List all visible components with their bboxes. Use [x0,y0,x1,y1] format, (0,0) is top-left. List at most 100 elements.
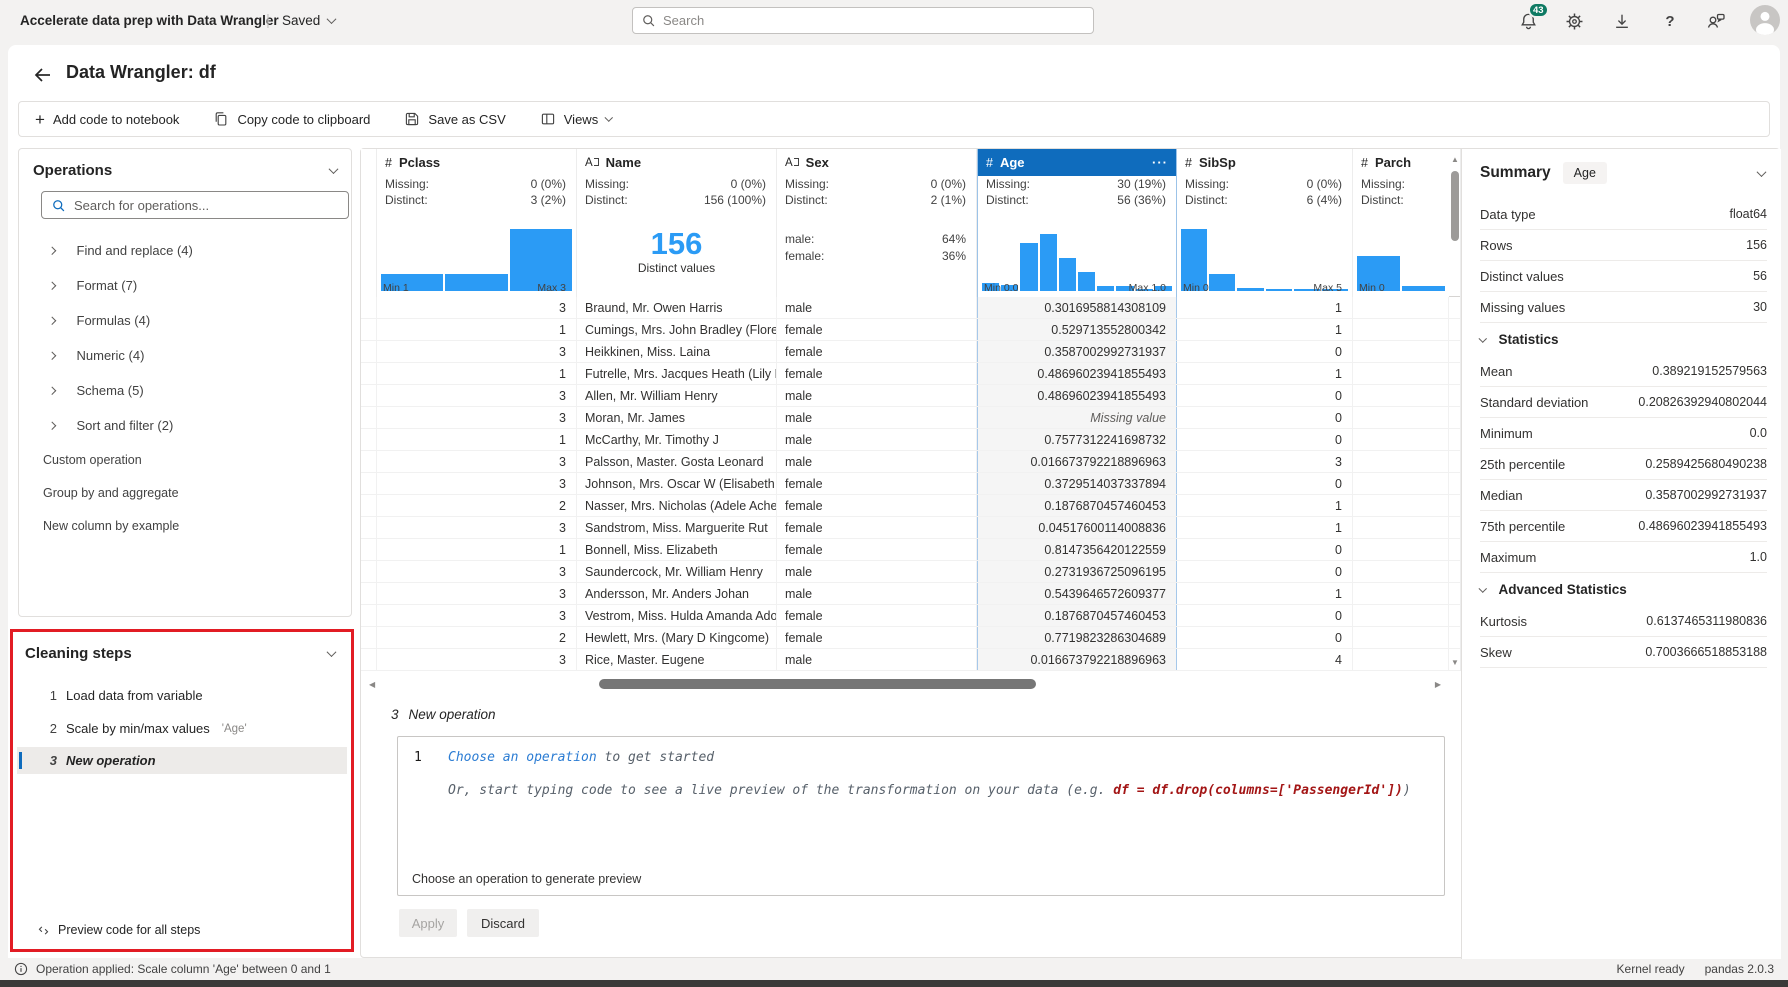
views-icon [540,111,556,127]
cell-parch [1353,605,1449,626]
stat-row-p75: 75th percentile 0.48696023941855493 [1480,511,1767,542]
kernel-status: Kernel ready [1616,962,1685,976]
scroll-right-icon[interactable]: ▶ [1435,680,1441,689]
column-header-parch[interactable]: # Parch Missing: Distinct: Min 0 [1353,149,1449,297]
table-row[interactable]: 1 Cumings, Mrs. John Bradley (Florenc fema… [361,319,1461,341]
table-row[interactable]: 3 Heikkinen, Miss. Laina female 0.358700299… [361,341,1461,363]
category-formulas[interactable]: Formulas (4) [19,303,351,338]
cell-parch [1353,561,1449,582]
table-row[interactable]: 3 Rice, Master. Eugene male 0.0166737922188… [361,649,1461,671]
cell-sex: female [777,605,977,626]
cleaning-step-1[interactable]: 1 Load data from variable [17,682,347,709]
custom-operation-link[interactable]: Custom operation [19,443,351,476]
scroll-down-icon[interactable]: ▼ [1451,658,1459,667]
cell-sex: female [777,473,977,494]
save-as-csv-button[interactable]: Save as CSV [404,111,506,127]
code-editor[interactable]: 1 Choose an operation to get started Or,… [397,736,1445,896]
notifications-button[interactable]: 43 [1516,2,1549,33]
cell-idx [361,363,377,384]
copy-icon [213,111,229,127]
table-row[interactable]: 3 Allen, Mr. William Henry male 0.486960239… [361,385,1461,407]
statistics-section-header[interactable]: Statistics [1478,323,1767,356]
cell-sex: female [777,341,977,362]
collapse-chevron-icon[interactable] [1756,166,1767,177]
group-by-aggregate-link[interactable]: Group by and aggregate [19,476,351,509]
table-row[interactable]: 3 Moran, Mr. James male Missing value 0 [361,407,1461,429]
column-header-age-selected[interactable]: # Age ··· Missing: 30 (19%) Distinct: 56 (36… [977,149,1177,297]
preview-code-all-steps-button[interactable]: Preview code for all steps [37,923,200,937]
cell-name: Bonnell, Miss. Elizabeth [577,539,777,560]
index-column-header [361,149,377,297]
advanced-statistics-section-header[interactable]: Advanced Statistics [1478,573,1767,606]
column-header-pclass[interactable]: # Pclass Missing: 0 (0%) Distinct: 3 (2%) M… [377,149,577,297]
table-row[interactable]: 2 Nasser, Mrs. Nicholas (Adele Achem femal… [361,495,1461,517]
apply-button[interactable]: Apply [399,909,457,937]
views-button[interactable]: Views [540,111,613,127]
horizontal-scroll-thumb[interactable] [599,679,1036,689]
settings-gear-icon[interactable] [1562,9,1586,33]
table-row[interactable]: 3 Vestrom, Miss. Hulda Amanda Adolf female… [361,605,1461,627]
table-row[interactable]: 3 Palsson, Master. Gosta Leonard male 0.016… [361,451,1461,473]
choose-operation-link[interactable]: Choose an operation [448,750,597,765]
editor-hint-line2: Or, start typing code to see a live prev… [448,783,1411,798]
category-format[interactable]: Format (7) [19,268,351,303]
user-avatar[interactable] [1750,5,1780,35]
operations-search-input[interactable] [74,197,339,213]
category-numeric[interactable]: Numeric (4) [19,338,351,373]
category-sort-and-filter[interactable]: Sort and filter (2) [19,408,351,443]
back-button[interactable] [30,62,56,88]
collapse-chevron-icon[interactable] [326,647,337,658]
discard-button[interactable]: Discard [467,909,539,937]
cell-sibsp: 1 [1177,583,1353,604]
cell-name: Braund, Mr. Owen Harris [577,297,777,318]
cleaning-step-3-active[interactable]: 3 New operation [17,747,347,774]
operations-search[interactable] [41,191,349,219]
number-type-icon: # [1361,155,1368,170]
column-header-sex[interactable]: A Sex Missing: 0 (0%) Distinct: 2 (1%) male… [777,149,977,297]
cleaning-step-2[interactable]: 2 Scale by min/max values 'Age' [17,715,347,742]
cell-sibsp: 0 [1177,561,1353,582]
add-code-to-notebook-button[interactable]: + Add code to notebook [35,111,179,128]
column-header-name[interactable]: A Name Missing: 0 (0%) Distinct: 156 (100%)… [577,149,777,297]
help-icon[interactable]: ? [1658,9,1682,33]
category-schema[interactable]: Schema (5) [19,373,351,408]
saved-status-dropdown[interactable]: Saved [282,13,337,28]
vertical-scroll-thumb[interactable] [1451,171,1459,241]
feedback-icon[interactable] [1704,9,1728,33]
cell-sex: female [777,495,977,516]
column-header-sibsp[interactable]: # SibSp Missing: 0 (0%) Distinct: 6 (4%) Mi… [1177,149,1353,297]
category-find-and-replace[interactable]: Find and replace (4) [19,233,351,268]
table-row[interactable]: 3 Saundercock, Mr. William Henry male 0.273… [361,561,1461,583]
vertical-scrollbar[interactable]: ▲ ▼ [1449,149,1461,671]
cell-age: 0.48696023941855493 [977,385,1177,406]
table-row[interactable]: 3 Sandstrom, Miss. Marguerite Rut female 0.… [361,517,1461,539]
download-icon[interactable] [1610,9,1634,33]
table-row[interactable]: 1 Bonnell, Miss. Elizabeth female 0.8147356… [361,539,1461,561]
global-search-input[interactable] [663,13,1085,28]
cell-pclass: 3 [377,297,577,318]
cell-idx [361,473,377,494]
scroll-left-icon[interactable]: ◀ [369,680,375,689]
number-type-icon: # [385,155,392,170]
copy-code-button[interactable]: Copy code to clipboard [213,111,370,127]
global-search[interactable] [632,7,1094,34]
chevron-down-icon [1478,334,1487,342]
cell-pclass: 3 [377,407,577,428]
scroll-up-icon[interactable]: ▲ [1451,155,1459,164]
column-menu-icon[interactable]: ··· [1152,155,1168,170]
table-row[interactable]: 3 Johnson, Mrs. Oscar W (Elisabeth Vil fem… [361,473,1461,495]
cell-idx [361,649,377,670]
new-column-by-example-link[interactable]: New column by example [19,509,351,542]
table-row[interactable]: 3 Braund, Mr. Owen Harris male 0.3016958814… [361,297,1461,319]
cell-name: Allen, Mr. William Henry [577,385,777,406]
summary-row-data-type: Data type float64 [1480,199,1767,230]
cell-name: Nasser, Mrs. Nicholas (Adele Achem [577,495,777,516]
table-row[interactable]: 1 McCarthy, Mr. Timothy Jmale 0.7577312241… [361,429,1461,451]
cell-name: McCarthy, Mr. Timothy J [577,429,777,450]
horizontal-scrollbar[interactable]: ◀ ▶ [361,675,1449,693]
collapse-chevron-icon[interactable] [328,164,339,175]
table-row[interactable]: 3 Andersson, Mr. Anders Johan male 0.543964… [361,583,1461,605]
cell-idx [361,319,377,340]
table-row[interactable]: 1 Futrelle, Mrs. Jacques Heath (Lily Ma fe… [361,363,1461,385]
table-row[interactable]: 2 Hewlett, Mrs. (Mary D Kingcome) female 0.… [361,627,1461,649]
